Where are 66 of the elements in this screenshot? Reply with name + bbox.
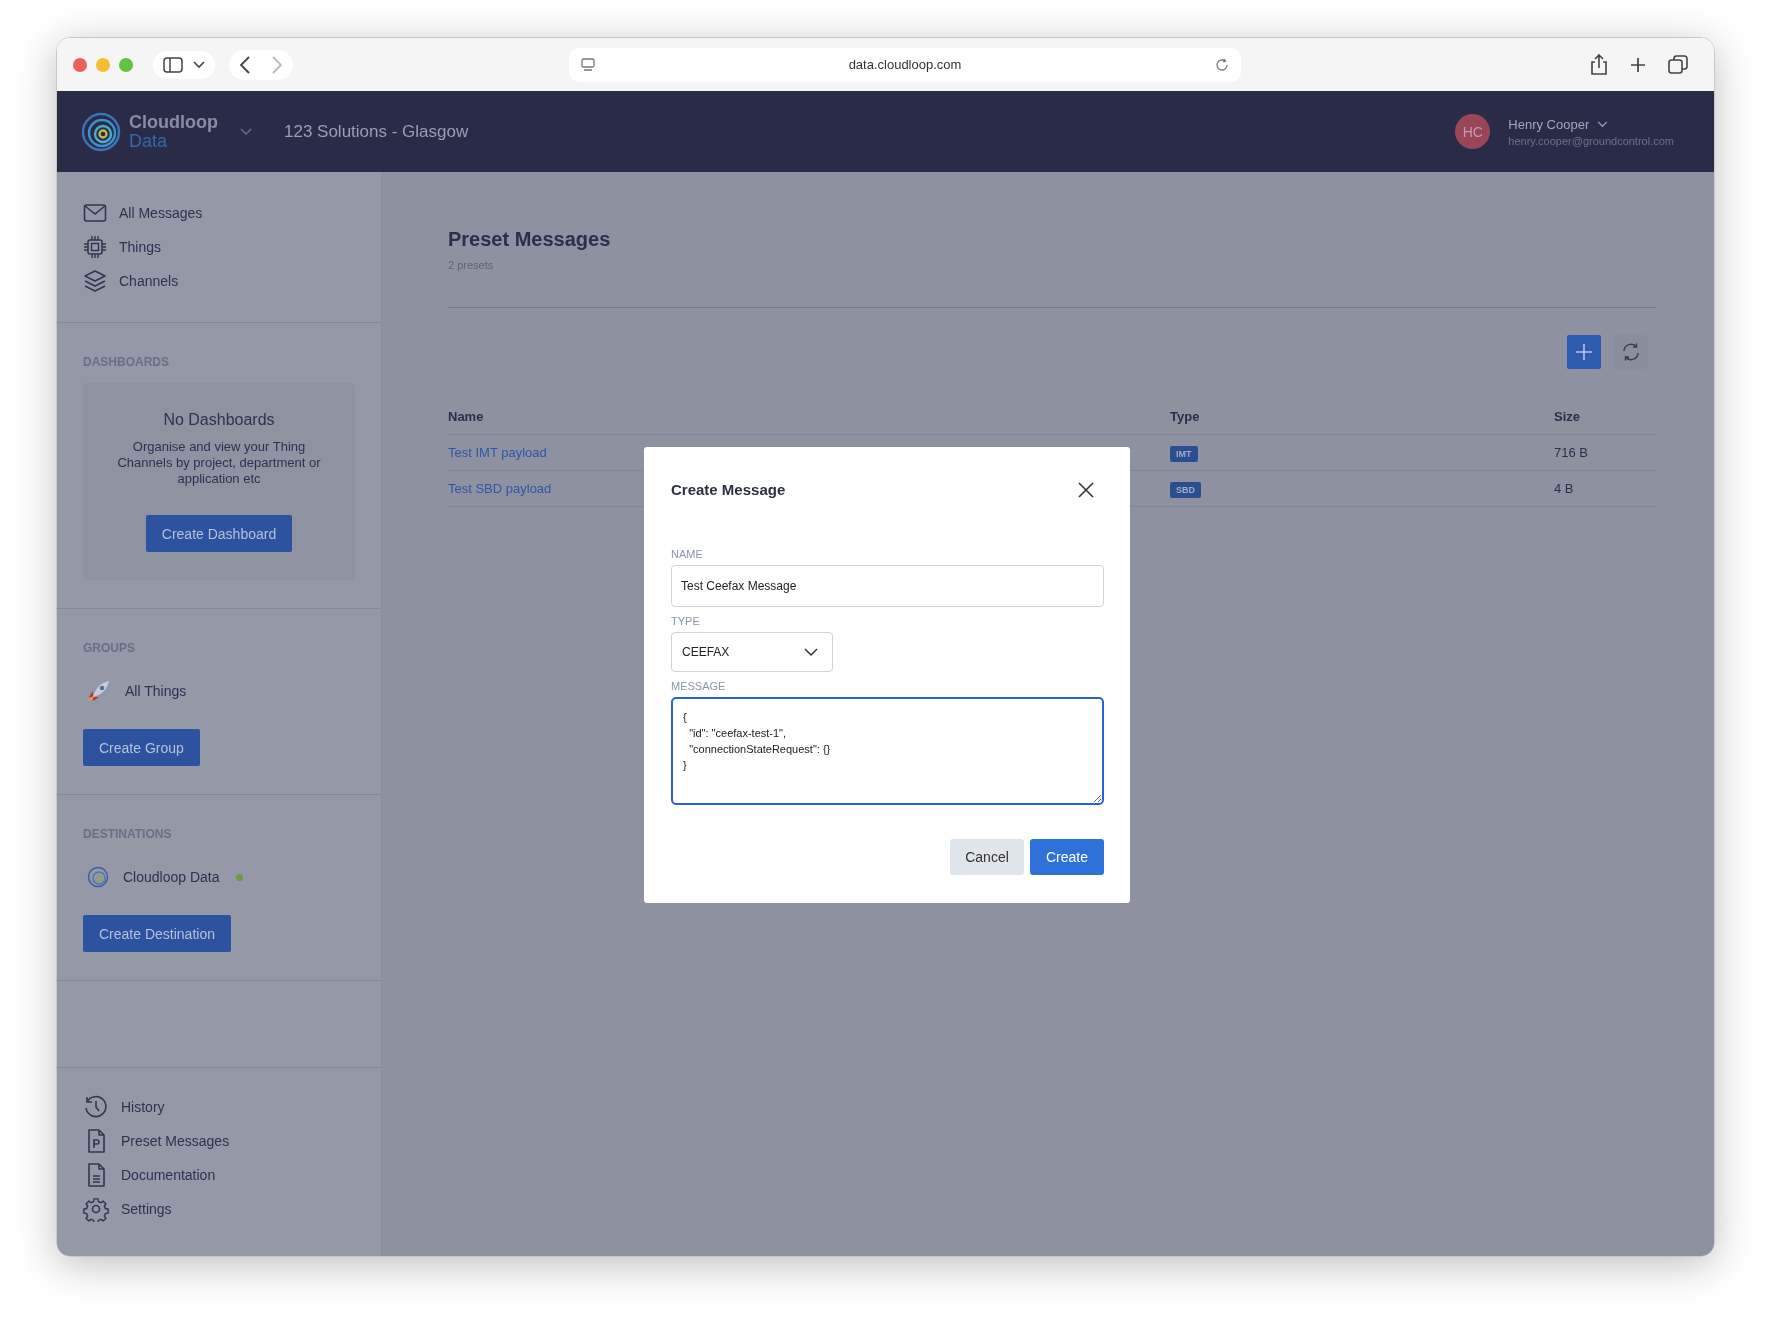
sidebar-toggle-button[interactable] xyxy=(153,50,215,79)
field-label: NAME xyxy=(671,548,703,560)
share-icon[interactable] xyxy=(1590,53,1608,76)
close-icon[interactable] xyxy=(1078,481,1094,498)
chip-icon xyxy=(83,235,107,259)
nav-item[interactable]: Documentation xyxy=(83,1158,355,1192)
logo-wordmark: Cloudloop xyxy=(129,112,218,132)
spiral-icon xyxy=(87,866,109,888)
address-bar[interactable]: data.cloudloop.com xyxy=(569,47,1241,82)
name-input[interactable]: Test Ceefax Message xyxy=(671,565,1104,607)
field-label: TYPE xyxy=(671,615,700,627)
column-header: Size xyxy=(1554,409,1580,424)
create-group-button[interactable]: Create Group xyxy=(83,729,200,766)
nav-item[interactable]: Channels xyxy=(83,264,355,298)
spiral-logo-icon xyxy=(81,111,121,152)
table-cell: 716 B xyxy=(1554,445,1588,460)
layers-icon xyxy=(83,269,107,293)
user-name: Henry Cooper xyxy=(1508,116,1590,132)
column-header: Name xyxy=(448,409,485,424)
nav-item[interactable]: History xyxy=(83,1090,355,1124)
refresh-button[interactable] xyxy=(1614,335,1648,369)
dialog-title: Create Message xyxy=(671,481,786,498)
add-button[interactable] xyxy=(1567,335,1601,369)
message-textarea[interactable]: { "id": "ceefax-test-1", "connectionStateRequest": {} } xyxy=(671,697,1104,805)
settings-icon xyxy=(83,1196,109,1222)
nav-item[interactable]: Things xyxy=(83,230,355,264)
reload-icon[interactable] xyxy=(1215,57,1229,72)
nav-item[interactable]: All Messages xyxy=(83,196,355,230)
user-avatar[interactable]: HC xyxy=(1455,114,1491,149)
page-title: Preset Messages xyxy=(448,228,612,251)
type-select[interactable]: CEEFAX xyxy=(671,632,833,672)
history-icon xyxy=(83,1094,109,1120)
type-tag: SBD xyxy=(1170,482,1201,498)
chevron-down-icon[interactable] xyxy=(240,127,252,136)
refresh-icon xyxy=(1621,342,1641,362)
organisation-name: 123 Solutions - Glasgow xyxy=(284,121,469,142)
close-window-button[interactable] xyxy=(73,57,87,72)
new-tab-icon[interactable] xyxy=(1630,56,1646,73)
create-destination-button[interactable]: Create Destination xyxy=(83,915,231,952)
chevron-down-icon[interactable] xyxy=(1597,120,1609,128)
preset-link[interactable]: Test SBD payload xyxy=(448,481,552,496)
preset-link[interactable]: Test IMT payload xyxy=(448,445,547,460)
user-email: henry.cooper@groundcontrol.com xyxy=(1508,134,1674,147)
back-icon[interactable] xyxy=(239,55,251,74)
plus-icon xyxy=(1575,343,1593,361)
page-icon xyxy=(581,57,595,72)
cancel-button[interactable]: Cancel xyxy=(950,839,1024,875)
nav-item[interactable]: Preset Messages xyxy=(83,1124,355,1158)
chevron-down-icon xyxy=(804,647,818,657)
rocket-icon xyxy=(87,679,111,703)
empty-state-text: Organise and view your Thing Channels by project, department or application etc xyxy=(116,439,322,487)
group-item[interactable]: All Things xyxy=(83,669,355,713)
create-dashboard-button[interactable]: Create Dashboard xyxy=(145,515,293,552)
tabs-icon[interactable] xyxy=(1668,54,1688,75)
type-tag: IMT xyxy=(1170,446,1198,462)
sidebar-icon xyxy=(163,56,183,73)
empty-state-title: No Dashboards xyxy=(163,411,275,429)
logo-subtitle: Data xyxy=(129,131,168,151)
destination-item[interactable]: Cloudloop Data xyxy=(83,855,355,899)
nav-item[interactable]: Settings xyxy=(83,1192,355,1226)
field-label: MESSAGE xyxy=(671,680,726,692)
create-button[interactable]: Create xyxy=(1030,839,1104,875)
envelope-icon xyxy=(83,201,107,225)
table-cell: 4 B xyxy=(1554,481,1574,496)
column-header: Type xyxy=(1170,409,1201,424)
chevron-down-icon xyxy=(193,60,205,69)
